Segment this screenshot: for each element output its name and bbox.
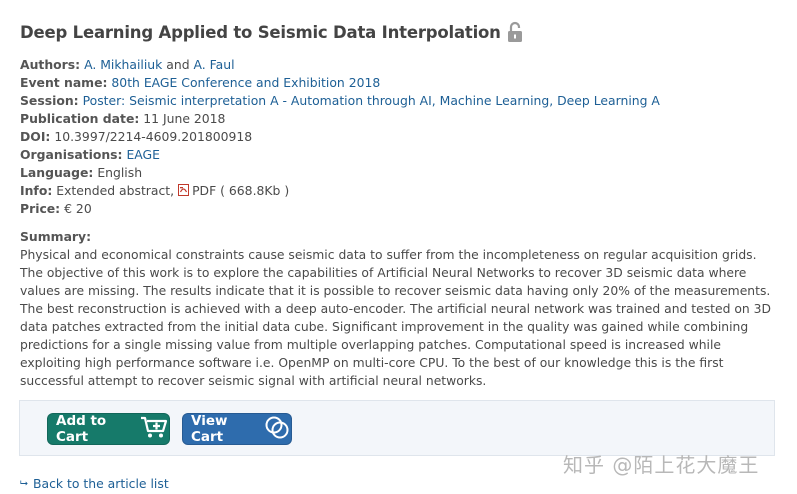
pdf-icon [178,183,190,201]
lock-icon [507,21,523,43]
organisations-row: Organisations: EAGE [20,147,160,162]
add-to-cart-label: Add to Cart [56,413,107,445]
summary-heading: Summary: [20,229,92,244]
page-title: Deep Learning Applied to Seismic Data In… [20,21,523,43]
summary-text: Physical and economical constraints caus… [20,248,771,388]
authors-row: Authors: A. Mikhailiuk and A. Faul [20,57,235,72]
publication-date: 11 June 2018 [143,111,226,126]
back-link-label[interactable]: Back to the article list [33,476,169,491]
cart-actions-panel: Add to Cart View Cart [19,400,775,456]
view-cart-label: View Cart [191,413,228,445]
info-row: Info: Extended abstract, PDF ( 668.8Kb ) [20,182,660,200]
back-to-list-link[interactable]: ⮡ Back to the article list [20,476,169,491]
session-row: Session: Poster: Seismic interpretation … [20,93,660,108]
view-cart-button[interactable]: View Cart [182,413,292,445]
organisation-link[interactable]: EAGE [126,147,160,162]
info-text: Extended abstract, [56,183,175,198]
event-link[interactable]: 80th EAGE Conference and Exhibition 2018 [111,75,380,90]
cart-plus-icon [135,414,169,444]
pdf-link[interactable]: PDF ( 668.8Kb ) [178,183,289,198]
watermark: 知乎 @陌上花大魔王 [563,453,760,477]
language-value: English [97,165,143,180]
author-link-mikhailiuk[interactable]: A. Mikhailiuk [84,57,162,72]
doi-value: 10.3997/2214-4609.201800918 [54,129,253,144]
article-title: Deep Learning Applied to Seismic Data In… [20,22,501,42]
article-metadata: Authors: A. Mikhailiuk and A. Faul Event… [20,56,660,218]
pdf-label: PDF ( 668.8Kb ) [192,183,290,198]
event-row: Event name: 80th EAGE Conference and Exh… [20,75,381,90]
add-to-cart-button[interactable]: Add to Cart [47,413,170,445]
author-link-faul[interactable]: A. Faul [194,57,235,72]
publication-date-row: Publication date: 11 June 2018 [20,111,226,126]
price-row: Price: € 20 [20,201,92,216]
view-cart-icon [259,414,291,444]
back-arrow-icon: ⮡ [20,478,28,489]
doi-row: DOI: 10.3997/2214-4609.201800918 [20,129,253,144]
session-link[interactable]: Poster: Seismic interpretation A - Autom… [83,93,660,108]
price-value: € 20 [64,201,92,216]
language-row: Language: English [20,165,143,180]
